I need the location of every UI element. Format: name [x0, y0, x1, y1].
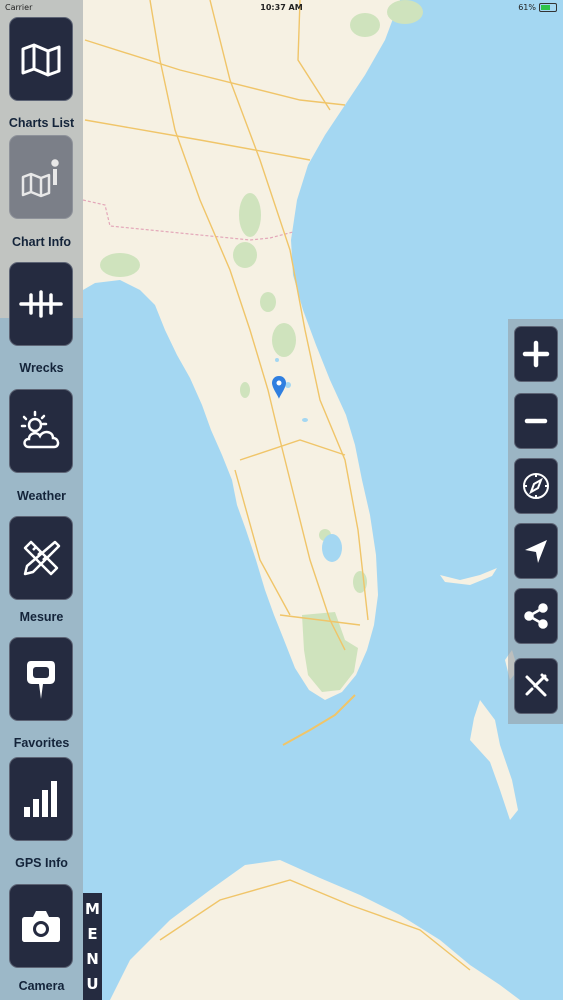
sun-cloud-icon	[20, 410, 60, 449]
menu-letter: N	[86, 949, 99, 968]
battery-status: 61%	[518, 3, 557, 12]
left-sidebar: Charts List Chart Info Wrecks Weather Me…	[0, 0, 83, 1000]
signal-bars-icon	[24, 781, 57, 817]
menu-letter: M	[85, 900, 100, 919]
sidebar-item-label: GPS Info	[15, 856, 68, 870]
sidebar-item-label: Weather	[16, 489, 67, 503]
share-button[interactable]	[514, 588, 558, 644]
sidebar-item-label: Charts List	[8, 116, 75, 130]
sidebar-item-label: Camera	[18, 979, 65, 993]
battery-icon	[539, 3, 557, 12]
gps-info-button[interactable]	[9, 757, 73, 841]
minus-icon	[524, 418, 548, 424]
map-info-icon	[21, 159, 59, 198]
map-pin-icon	[27, 661, 55, 699]
settings-button[interactable]	[514, 658, 558, 714]
charts-list-button[interactable]	[9, 17, 73, 101]
favorites-button[interactable]	[9, 637, 73, 721]
wreck-symbol-icon	[19, 290, 63, 318]
mesure-button[interactable]	[9, 516, 73, 600]
tools-icon	[525, 673, 549, 697]
compass-icon	[523, 473, 549, 499]
camera-button[interactable]	[9, 884, 73, 968]
plus-icon	[522, 340, 550, 368]
sidebar-item-label: Mesure	[19, 610, 64, 624]
chart-info-button[interactable]	[9, 135, 73, 219]
battery-percent: 61%	[518, 3, 536, 12]
weather-button[interactable]	[9, 389, 73, 473]
map-view[interactable]	[0, 0, 563, 1000]
camera-icon	[22, 911, 60, 942]
locate-button[interactable]	[514, 523, 558, 579]
location-arrow-icon	[525, 540, 547, 563]
menu-letter: U	[86, 974, 99, 993]
sidebar-item-label: Chart Info	[11, 235, 72, 249]
zoom-out-button[interactable]	[514, 393, 558, 449]
folded-map-icon	[21, 43, 61, 77]
share-icon	[524, 603, 548, 629]
wrecks-button[interactable]	[9, 262, 73, 346]
status-time: 10:37 AM	[260, 3, 303, 12]
zoom-in-button[interactable]	[514, 326, 558, 382]
compass-button[interactable]	[514, 458, 558, 514]
sidebar-item-label: Favorites	[13, 736, 70, 750]
menu-tab-button[interactable]: M E N U	[83, 893, 102, 1000]
menu-letter: E	[87, 925, 98, 944]
status-bar: Carrier 10:37 AM 61%	[0, 0, 563, 16]
sidebar-item-label: Wrecks	[19, 361, 64, 375]
ruler-pencil-icon	[23, 540, 61, 576]
map-controls-panel	[508, 319, 563, 724]
